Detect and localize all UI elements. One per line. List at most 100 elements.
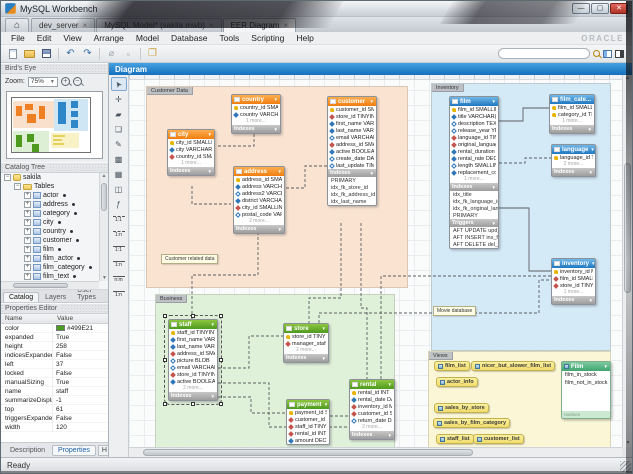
- view-tool[interactable]: ◫: [111, 182, 127, 196]
- menu-tools[interactable]: Tools: [213, 33, 245, 43]
- birds-eye-thumbnail[interactable]: [6, 91, 103, 159]
- doc-tab-dev_server[interactable]: dev_server×: [31, 18, 95, 32]
- diagram-table-inventory[interactable]: inventory▼inventory_id MEDI...film_id SM…: [551, 258, 596, 305]
- section-toggle-icon[interactable]: ▼: [589, 170, 593, 175]
- collapse-icon[interactable]: ▼: [211, 322, 215, 327]
- sidebar-tab-catalog[interactable]: Catalog: [3, 292, 39, 302]
- section-bar-indexes[interactable]: Indexes▼: [450, 183, 498, 191]
- expander-icon[interactable]: −: [14, 183, 21, 190]
- routine-group-tool[interactable]: ƒ: [111, 197, 127, 211]
- catalog-schema-sakila[interactable]: − sakila: [1, 173, 108, 182]
- collapse-icon[interactable]: ▼: [370, 99, 374, 104]
- diagram-table-film[interactable]: film▼film_id SMALLINTtitle VARCHAR(255)d…: [449, 96, 499, 249]
- menu-file[interactable]: File: [5, 33, 31, 43]
- property-row-width[interactable]: width120: [1, 423, 108, 432]
- undo-button[interactable]: ↶: [63, 47, 78, 61]
- section-toggle-icon[interactable]: ▼: [211, 394, 215, 399]
- eraser-tool[interactable]: ▰: [111, 107, 127, 121]
- close-tab-icon[interactable]: ×: [83, 21, 88, 30]
- expander-icon[interactable]: +: [24, 237, 31, 244]
- redo-button[interactable]: ↷: [80, 47, 95, 61]
- scrollbar-thumb[interactable]: [101, 183, 107, 211]
- collapse-icon[interactable]: ▼: [593, 97, 594, 102]
- zoom-tool-button[interactable]: ⌀: [104, 47, 119, 61]
- diagram-table-address[interactable]: address▼address_id SMALLINTaddress VARCH…: [233, 166, 285, 234]
- canvas-horizontal-scrollbar[interactable]: [129, 447, 622, 457]
- diagram-table-store[interactable]: store▼store_id TINYINTmanager_staff_id .…: [283, 323, 329, 363]
- diagram-canvas[interactable]: Customer DataInventoryBusinessViewscount…: [129, 75, 622, 447]
- menu-database[interactable]: Database: [165, 33, 213, 43]
- catalog-table-category[interactable]: +category: [1, 209, 108, 218]
- menu-edit[interactable]: Edit: [31, 33, 58, 43]
- new-diagram-button[interactable]: ❐: [145, 47, 160, 61]
- catalog-table-actor[interactable]: +actor: [1, 191, 108, 200]
- collapse-icon[interactable]: ▼: [208, 132, 212, 137]
- open-model-button[interactable]: [22, 47, 37, 61]
- section-bar-indexes[interactable]: Indexes▼: [550, 125, 594, 133]
- close-tab-icon[interactable]: ×: [209, 21, 214, 30]
- scrollbar-thumb[interactable]: [624, 163, 631, 293]
- zoom-in-icon[interactable]: +: [61, 77, 70, 86]
- section-toggle-icon[interactable]: ▼: [492, 185, 496, 190]
- expander-icon[interactable]: +: [24, 255, 31, 262]
- section-bar-indexes[interactable]: Indexes▼: [169, 392, 217, 400]
- close-button[interactable]: ✕: [610, 3, 628, 14]
- collapse-icon[interactable]: ▼: [274, 97, 278, 102]
- scrollbar-thumb[interactable]: [143, 449, 473, 456]
- section-bar-indexes[interactable]: Indexes▼: [284, 354, 328, 362]
- rel-nm-solid-tool[interactable]: n:m: [111, 272, 127, 286]
- toggle-panel-icon[interactable]: [615, 50, 624, 58]
- resize-grip[interactable]: [620, 461, 631, 472]
- menu-help[interactable]: Help: [290, 33, 319, 43]
- catalog-table-address[interactable]: +address: [1, 200, 108, 209]
- canvas-vertical-scrollbar[interactable]: ▲▼: [622, 75, 632, 447]
- title-bar[interactable]: MySQL Workbench — ▢ ✕: [1, 1, 632, 17]
- section-toggle-icon[interactable]: ▼: [278, 227, 282, 232]
- selection-handle[interactable]: [219, 314, 223, 318]
- search-icon[interactable]: [593, 50, 600, 57]
- section-toggle-icon[interactable]: ▼: [208, 169, 212, 174]
- table-tool[interactable]: ▦: [111, 167, 127, 181]
- expander-icon[interactable]: +: [24, 264, 31, 271]
- view-nicer_but_slower_film_list[interactable]: nicer_but_slower_film_list: [471, 361, 555, 371]
- view-sales_by_store[interactable]: sales_by_store: [434, 403, 489, 413]
- catalog-table-film_actor[interactable]: +film_actor: [1, 254, 108, 263]
- rel-1n-dashed-tool[interactable]: 1:n: [111, 227, 127, 241]
- toggle-sidebar-icon[interactable]: [603, 50, 612, 58]
- section-toggle-icon[interactable]: ▼: [388, 433, 392, 438]
- menu-scripting[interactable]: Scripting: [245, 33, 290, 43]
- section-bar-indexes[interactable]: Indexes▼: [552, 168, 595, 176]
- catalog-table-film_category[interactable]: +film_category: [1, 263, 108, 272]
- collapse-icon[interactable]: ▼: [278, 169, 282, 174]
- scrollbar-thumb[interactable]: [13, 283, 68, 288]
- catalog-table-city[interactable]: +city: [1, 218, 108, 227]
- rel-11-dashed-tool[interactable]: 1:1: [111, 212, 127, 226]
- diagram-table-city[interactable]: city▼city_id SMALLINTcity VARCHAR(50)cou…: [167, 129, 215, 176]
- expander-icon[interactable]: +: [24, 273, 31, 280]
- section-toggle-icon[interactable]: ▼: [588, 127, 592, 132]
- routine-group-film[interactable]: Film▼film_in_stockfilm_not_in_stockrouti…: [561, 361, 611, 419]
- view-sales_by_film_category[interactable]: sales_by_film_category: [433, 418, 510, 428]
- collapse-icon[interactable]: ▼: [604, 364, 608, 369]
- expander-icon[interactable]: −: [4, 174, 11, 181]
- rel-11-solid-tool[interactable]: 1:1: [111, 242, 127, 256]
- expander-icon[interactable]: +: [24, 219, 31, 226]
- section-bar-indexes[interactable]: Indexes▼: [552, 296, 595, 304]
- expander-icon[interactable]: +: [24, 210, 31, 217]
- search-input[interactable]: [498, 48, 590, 59]
- minimize-button[interactable]: —: [572, 3, 590, 14]
- home-tab[interactable]: ⌂: [5, 18, 29, 32]
- menu-arrange[interactable]: Arrange: [88, 33, 130, 43]
- collapse-icon[interactable]: ▼: [322, 326, 326, 331]
- diagram-table-language[interactable]: language▼language_id TINY...2 more...Ind…: [551, 144, 596, 177]
- catalog-table-film[interactable]: +film: [1, 245, 108, 254]
- section-toggle-icon[interactable]: ▼: [492, 221, 496, 226]
- view-film_list[interactable]: film_list: [434, 361, 470, 371]
- diagram-table-rental[interactable]: rental▼rental_id INTrental_date DATE...i…: [349, 379, 395, 440]
- selection-handle[interactable]: [163, 314, 167, 318]
- hand-tool[interactable]: ✛: [111, 92, 127, 106]
- collapse-icon[interactable]: ▼: [388, 382, 392, 387]
- catalog-table-country[interactable]: +country: [1, 227, 108, 236]
- section-bar-indexes[interactable]: Indexes▼: [328, 169, 376, 177]
- bottom-tab-description[interactable]: Description: [5, 446, 50, 455]
